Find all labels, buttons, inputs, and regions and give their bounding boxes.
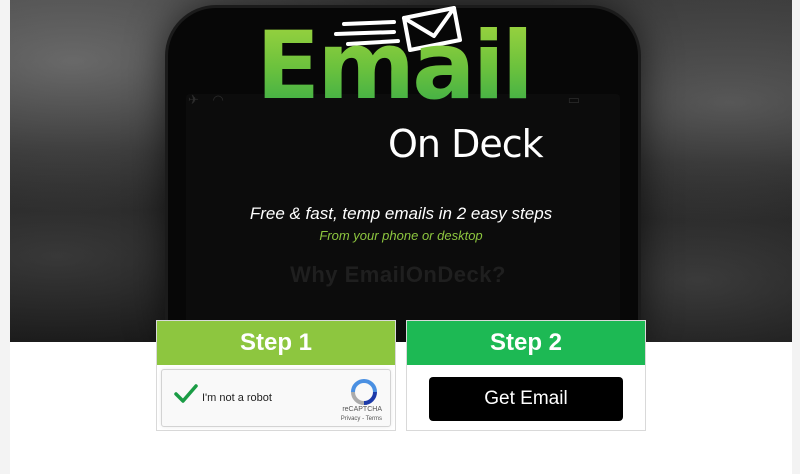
page: ✈ ◠ ▭ Why EmailOnDeck? Email On Deck Fre… <box>10 0 792 474</box>
recaptcha-brand: reCAPTCHA <box>342 406 382 413</box>
step-2-card: Step 2 Get Email <box>406 320 646 431</box>
logo-on-deck: On Deck <box>388 122 544 166</box>
recaptcha-links[interactable]: Privacy - Terms <box>341 416 382 422</box>
checkmark-icon[interactable] <box>174 384 198 404</box>
tagline: Free & fast, temp emails in 2 easy steps <box>249 204 553 223</box>
wifi-icon: ◠ <box>212 92 224 107</box>
recaptcha-widget[interactable]: I'm not a robot reCAPTCHA Privacy - Term… <box>161 369 391 427</box>
step-1-title: Step 1 <box>157 321 395 365</box>
recaptcha-icon <box>351 379 377 405</box>
airplane-icon: ✈ <box>188 92 199 107</box>
battery-icon: ▭ <box>567 92 580 107</box>
subtagline: From your phone or desktop <box>319 228 483 243</box>
step-1-card: Step 1 I'm not a robot reCAPTCHA Privacy… <box>156 320 396 431</box>
hero-banner: ✈ ◠ ▭ Why EmailOnDeck? Email On Deck Fre… <box>10 0 792 342</box>
background-text: Why EmailOnDeck? <box>290 262 506 287</box>
step-2-title: Step 2 <box>407 321 645 365</box>
get-email-button[interactable]: Get Email <box>429 377 623 421</box>
logo-email-word: Email <box>256 12 556 122</box>
captcha-label: I'm not a robot <box>202 392 272 404</box>
